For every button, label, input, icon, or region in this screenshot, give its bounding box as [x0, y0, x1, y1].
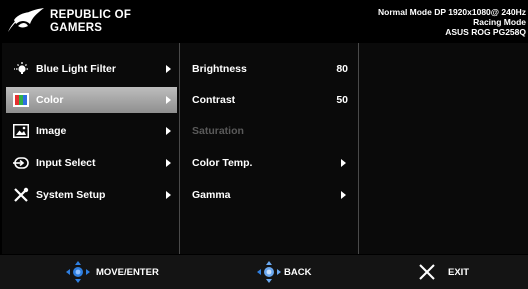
menu-item-system-setup[interactable]: System Setup	[6, 182, 177, 208]
submenu-item-color-temp[interactable]: Color Temp.	[186, 150, 356, 176]
submenu-item-brightness[interactable]: Brightness 80	[186, 56, 356, 82]
rog-logo: REPUBLIC OF GAMERS	[6, 5, 156, 37]
chevron-right-icon	[166, 191, 171, 199]
chevron-right-icon	[166, 96, 171, 104]
chevron-right-icon	[166, 65, 171, 73]
submenu-item-label: Gamma	[192, 189, 231, 201]
brand-line-2: GAMERS	[50, 22, 103, 34]
menu-item-label: Color	[36, 94, 64, 106]
rog-eye-icon	[8, 8, 44, 32]
submenu-item-label: Brightness	[192, 63, 247, 75]
menu-item-image[interactable]: Image	[6, 118, 177, 144]
chevron-right-icon	[341, 159, 346, 167]
move-enter-label: MOVE/ENTER	[96, 266, 159, 278]
submenu-item-gamma[interactable]: Gamma	[186, 182, 356, 208]
preset-mode: Racing Mode	[473, 17, 526, 27]
brightness-value: 80	[336, 63, 348, 75]
color-icon	[12, 92, 30, 108]
submenu-item-label: Contrast	[192, 94, 236, 106]
menu-item-input-select[interactable]: Input Select	[6, 150, 177, 176]
joystick-icon	[66, 261, 90, 283]
submenu-item-contrast[interactable]: Contrast 50	[186, 87, 356, 113]
exit-key[interactable]: EXIT	[418, 255, 469, 289]
close-icon	[419, 264, 435, 280]
model-name: ASUS ROG PG258Q	[445, 27, 526, 37]
joystick-back-icon	[257, 261, 281, 283]
chevron-right-icon	[166, 159, 171, 167]
wrench-icon	[12, 187, 30, 203]
brand-line-1: REPUBLIC OF	[50, 9, 132, 21]
menu-item-label: Image	[36, 125, 67, 137]
submenu-item-label: Saturation	[192, 125, 244, 137]
divider	[179, 43, 180, 254]
menu-item-label: Input Select	[36, 157, 96, 169]
menu-item-blue-light-filter[interactable]: Blue Light Filter	[6, 56, 177, 82]
chevron-right-icon	[341, 191, 346, 199]
lightbulb-icon	[12, 61, 30, 77]
submenu-item-label: Color Temp.	[192, 157, 253, 169]
status-info: Normal Mode DP 1920x1080@ 240Hz Racing M…	[378, 7, 526, 37]
mode-line: Normal Mode DP 1920x1080@ 240Hz	[378, 7, 526, 17]
menu-item-label: System Setup	[36, 189, 106, 201]
value-panel	[359, 43, 528, 254]
contrast-value: 50	[336, 94, 348, 106]
divider	[358, 43, 359, 254]
submenu-item-saturation: Saturation	[186, 118, 356, 144]
exit-label: EXIT	[448, 266, 470, 278]
chevron-right-icon	[166, 127, 171, 135]
move-enter-key[interactable]: MOVE/ENTER	[66, 255, 159, 289]
menu-item-color[interactable]: Color	[6, 87, 177, 113]
input-icon	[12, 155, 30, 171]
top-bar: REPUBLIC OF GAMERS Normal Mode DP 1920x1…	[0, 0, 528, 42]
menu-item-label: Blue Light Filter	[36, 63, 116, 75]
back-key[interactable]: BACK	[257, 255, 311, 289]
back-label: BACK	[284, 266, 312, 278]
image-icon	[12, 123, 30, 139]
